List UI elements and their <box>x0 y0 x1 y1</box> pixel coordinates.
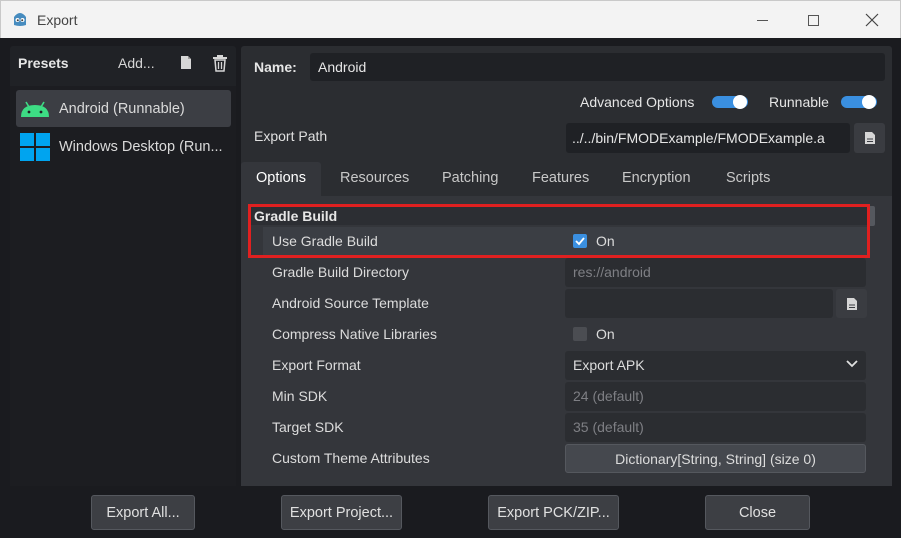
export-project-button[interactable]: Export Project... <box>281 495 402 530</box>
prop-label: Custom Theme Attributes <box>272 450 430 466</box>
preset-item-windows[interactable]: Windows Desktop (Run... <box>16 128 231 165</box>
prop-label: Gradle Build Directory <box>272 264 409 280</box>
prop-label: Min SDK <box>272 388 328 404</box>
close-icon <box>865 13 879 27</box>
name-label: Name: <box>254 59 297 75</box>
close-button[interactable]: Close <box>705 495 810 530</box>
prop-row-gradle-build-directory: Gradle Build Directory res://android <box>263 258 867 287</box>
prop-row-compress-native-libraries: Compress Native Libraries On <box>263 320 867 349</box>
tab-scripts[interactable]: Scripts <box>726 162 770 196</box>
android-source-template-input[interactable] <box>565 289 833 318</box>
presets-panel: Presets Add... Android (Runnable) Window… <box>10 46 236 486</box>
tab-bar: Options Resources Patching Features Encr… <box>241 162 892 196</box>
window-title: Export <box>37 12 78 28</box>
name-input[interactable]: Android <box>310 53 885 81</box>
tab-resources[interactable]: Resources <box>340 162 409 196</box>
runnable-label: Runnable <box>769 94 829 110</box>
prop-row-target-sdk: Target SDK 35 (default) <box>263 413 867 442</box>
tab-options[interactable]: Options <box>241 162 321 196</box>
file-icon <box>846 297 857 310</box>
advanced-options-label: Advanced Options <box>580 94 695 110</box>
godot-app-icon <box>14 13 26 26</box>
preset-item-android[interactable]: Android (Runnable) <box>16 90 231 127</box>
tab-features[interactable]: Features <box>532 162 589 196</box>
dropdown-value: Export APK <box>573 357 645 373</box>
gradle-build-directory-input[interactable]: res://android <box>565 258 866 287</box>
preset-item-label: Windows Desktop (Run... <box>59 138 223 155</box>
maximize-icon <box>807 14 819 26</box>
preset-item-label: Android (Runnable) <box>59 100 185 117</box>
checkbox-label: On <box>596 326 615 342</box>
android-icon <box>21 101 49 117</box>
prop-label: Export Format <box>272 357 361 373</box>
prop-label: Target SDK <box>272 419 344 435</box>
presets-label: Presets <box>18 55 69 71</box>
prop-row-android-source-template: Android Source Template <box>263 289 867 318</box>
prop-row-export-format: Export Format Export APK <box>263 351 867 380</box>
export-pck-zip-button[interactable]: Export PCK/ZIP... <box>488 495 619 530</box>
preset-details-panel: Name: Android Advanced Options Runnable … <box>241 46 892 486</box>
duplicate-icon[interactable] <box>178 54 194 72</box>
export-all-button[interactable]: Export All... <box>91 495 195 530</box>
minimize-icon <box>756 19 768 21</box>
highlight-annotation <box>248 204 870 258</box>
trash-icon[interactable] <box>212 54 228 72</box>
export-path-input[interactable]: ../../bin/FMODExample/FMODExample.a <box>566 123 850 153</box>
android-source-template-browse-button[interactable] <box>836 289 867 318</box>
export-format-dropdown[interactable]: Export APK <box>565 351 866 380</box>
export-path-browse-button[interactable] <box>854 123 885 153</box>
preset-list: Android (Runnable) Windows Desktop (Run.… <box>10 86 236 486</box>
minimize-button[interactable] <box>739 1 785 39</box>
window-titlebar: Export <box>0 0 901 38</box>
advanced-options-toggle[interactable] <box>712 95 748 109</box>
compress-native-libraries-checkbox[interactable]: On <box>565 320 866 349</box>
custom-theme-attributes-button[interactable]: Dictionary[String, String] (size 0) <box>565 444 866 473</box>
export-path-label: Export Path <box>254 128 328 144</box>
checkbox-unchecked-icon <box>573 327 587 341</box>
prop-label: Compress Native Libraries <box>272 326 437 342</box>
tab-patching[interactable]: Patching <box>442 162 498 196</box>
windows-icon <box>20 132 50 161</box>
chevron-down-icon <box>846 360 858 368</box>
target-sdk-input[interactable]: 35 (default) <box>565 413 866 442</box>
prop-row-min-sdk: Min SDK 24 (default) <box>263 382 867 411</box>
maximize-button[interactable] <box>790 1 836 39</box>
tab-encryption[interactable]: Encryption <box>622 162 691 196</box>
runnable-toggle[interactable] <box>841 95 877 109</box>
add-preset-button[interactable]: Add... <box>118 55 155 71</box>
file-icon <box>864 132 875 144</box>
prop-label: Android Source Template <box>272 295 429 311</box>
close-window-button[interactable] <box>849 1 895 39</box>
min-sdk-input[interactable]: 24 (default) <box>565 382 866 411</box>
prop-row-custom-theme-attributes: Custom Theme Attributes Dictionary[Strin… <box>263 444 867 473</box>
